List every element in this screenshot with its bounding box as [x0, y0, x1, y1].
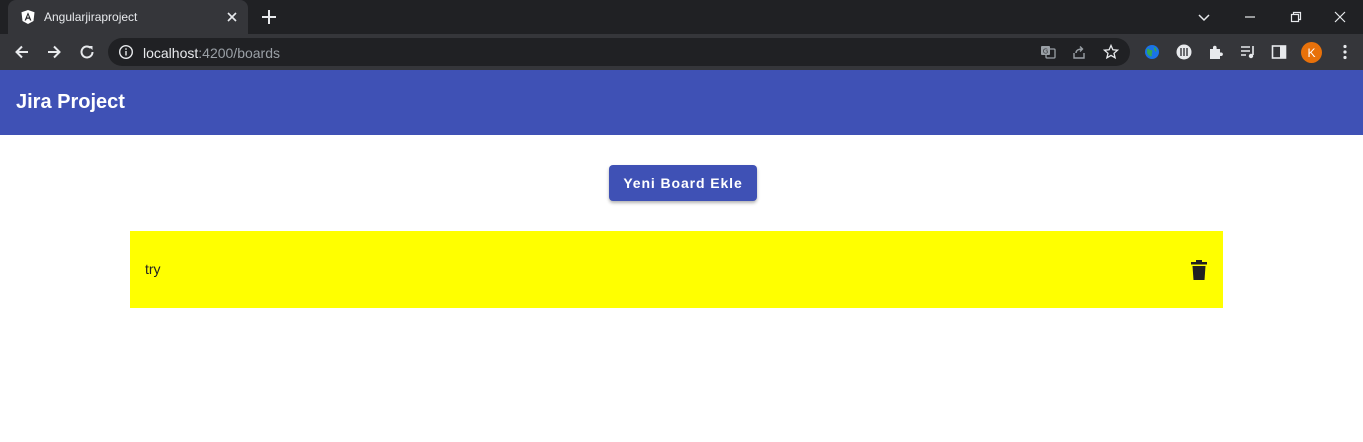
- angular-logo-icon: [21, 10, 35, 24]
- tab-title: Angularjiraproject: [44, 10, 138, 24]
- restore-icon: [1290, 11, 1302, 23]
- side-panel-icon[interactable]: [1270, 43, 1288, 61]
- browser-tabstrip: Angularjiraproject: [0, 0, 1363, 34]
- forward-arrow-icon[interactable]: [44, 42, 64, 62]
- media-queue-icon[interactable]: [1239, 43, 1257, 61]
- board-name: try: [145, 261, 161, 277]
- star-icon[interactable]: [1103, 44, 1119, 60]
- board-card[interactable]: try: [130, 231, 1223, 308]
- url-path: :4200/boards: [198, 45, 280, 61]
- close-window-button[interactable]: [1317, 0, 1363, 34]
- extensions-puzzle-icon[interactable]: [1207, 43, 1225, 61]
- extension-circle-icon[interactable]: [1175, 43, 1193, 61]
- app-toolbar: Jira Project: [0, 70, 1363, 135]
- reload-icon[interactable]: [77, 42, 97, 62]
- globe-extension-icon[interactable]: [1143, 43, 1161, 61]
- browser-tab[interactable]: Angularjiraproject: [8, 0, 248, 34]
- url-host: localhost: [143, 45, 199, 61]
- translate-icon[interactable]: G: [1040, 44, 1056, 60]
- chevron-down-icon: [1198, 14, 1210, 22]
- browser-toolbar: localhost:4200/boards G K: [0, 34, 1363, 70]
- restore-button[interactable]: [1273, 0, 1319, 34]
- share-icon[interactable]: [1071, 44, 1087, 60]
- address-bar[interactable]: localhost:4200/boards G: [108, 38, 1130, 66]
- new-tab-icon[interactable]: [259, 7, 279, 27]
- profile-avatar[interactable]: K: [1301, 42, 1322, 63]
- minimize-button[interactable]: [1227, 0, 1273, 34]
- app-title: Jira Project: [16, 91, 125, 113]
- close-icon[interactable]: [224, 9, 240, 25]
- tab-search-button[interactable]: [1181, 0, 1227, 34]
- back-arrow-icon[interactable]: [12, 42, 32, 62]
- minimize-icon: [1245, 16, 1255, 18]
- trash-icon[interactable]: [1189, 259, 1209, 281]
- url-text[interactable]: localhost:4200/boards: [143, 45, 280, 61]
- more-vertical-icon[interactable]: [1336, 43, 1354, 61]
- add-board-button[interactable]: Yeni Board Ekle: [609, 165, 757, 201]
- info-icon[interactable]: [118, 44, 134, 60]
- close-icon: [1334, 11, 1346, 23]
- svg-text:G: G: [1043, 48, 1048, 56]
